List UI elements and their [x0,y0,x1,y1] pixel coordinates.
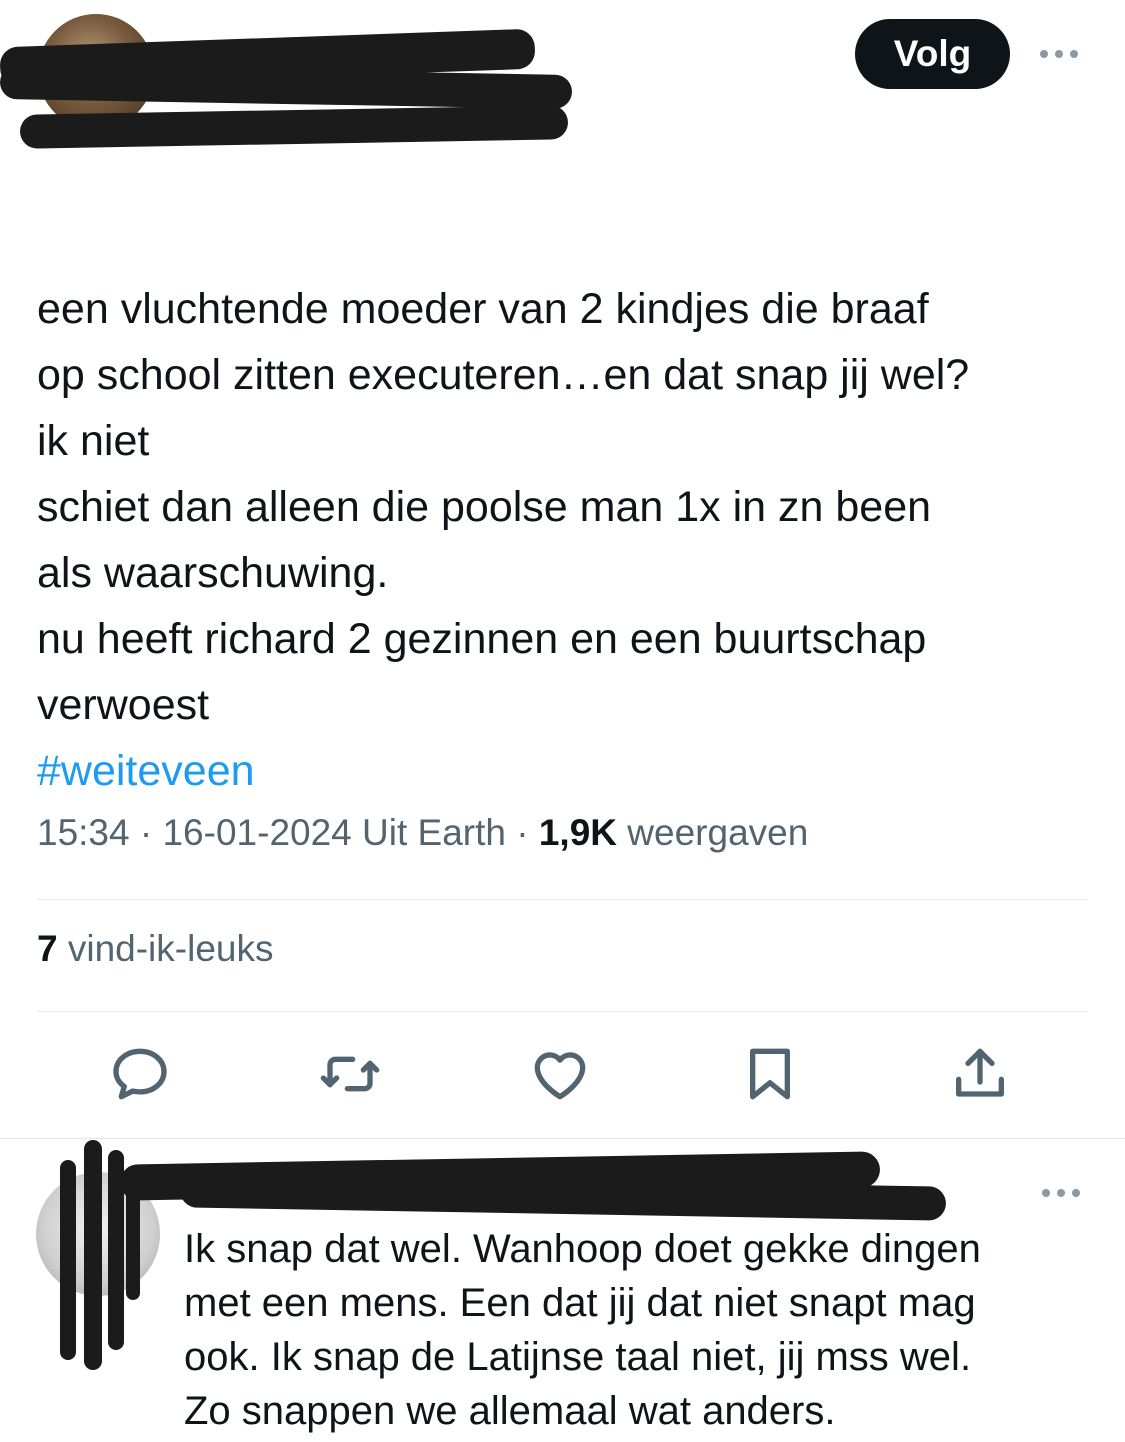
tweet-time[interactable]: 15:34 [37,812,130,853]
more-horizontal-icon[interactable] [1040,50,1078,58]
likes-label: vind-ik-leuks [67,928,274,969]
repost-icon[interactable] [310,1034,390,1114]
redaction-scribble [60,1160,76,1360]
follow-button[interactable]: Volg [855,19,1010,89]
separator-dot: · [516,812,539,853]
separator-dot: · [139,812,163,853]
bookmark-icon[interactable] [730,1034,810,1114]
divider [0,1138,1125,1139]
tweet-body: een vluchtende moeder van 2 kindjes die … [37,210,1097,870]
tweet-source: Uit Earth [362,812,506,853]
views-count: 1,9K [538,812,618,853]
reply-text: Ik snap dat wel. Wanhoop doet gekke ding… [184,1227,981,1433]
more-horizontal-icon[interactable] [1042,1189,1080,1197]
reply-icon[interactable] [100,1034,180,1114]
redaction-scribble [84,1140,102,1370]
likes-count: 7 [37,928,58,969]
divider [37,1011,1088,1012]
like-icon[interactable] [520,1034,600,1114]
tweet-date[interactable]: 16-01-2024 [162,812,351,853]
share-icon[interactable] [940,1034,1020,1114]
divider [37,899,1088,900]
views-label: weergaven [627,812,809,853]
tweet-meta: 15:34 · 16-01-2024 Uit Earth · 1,9K weer… [37,812,808,854]
likes-summary[interactable]: 7 vind-ik-leuks [37,928,273,970]
tweet-text: een vluchtende moeder van 2 kindjes die … [37,285,970,729]
hashtag-link[interactable]: #weiteveen [37,738,1097,804]
